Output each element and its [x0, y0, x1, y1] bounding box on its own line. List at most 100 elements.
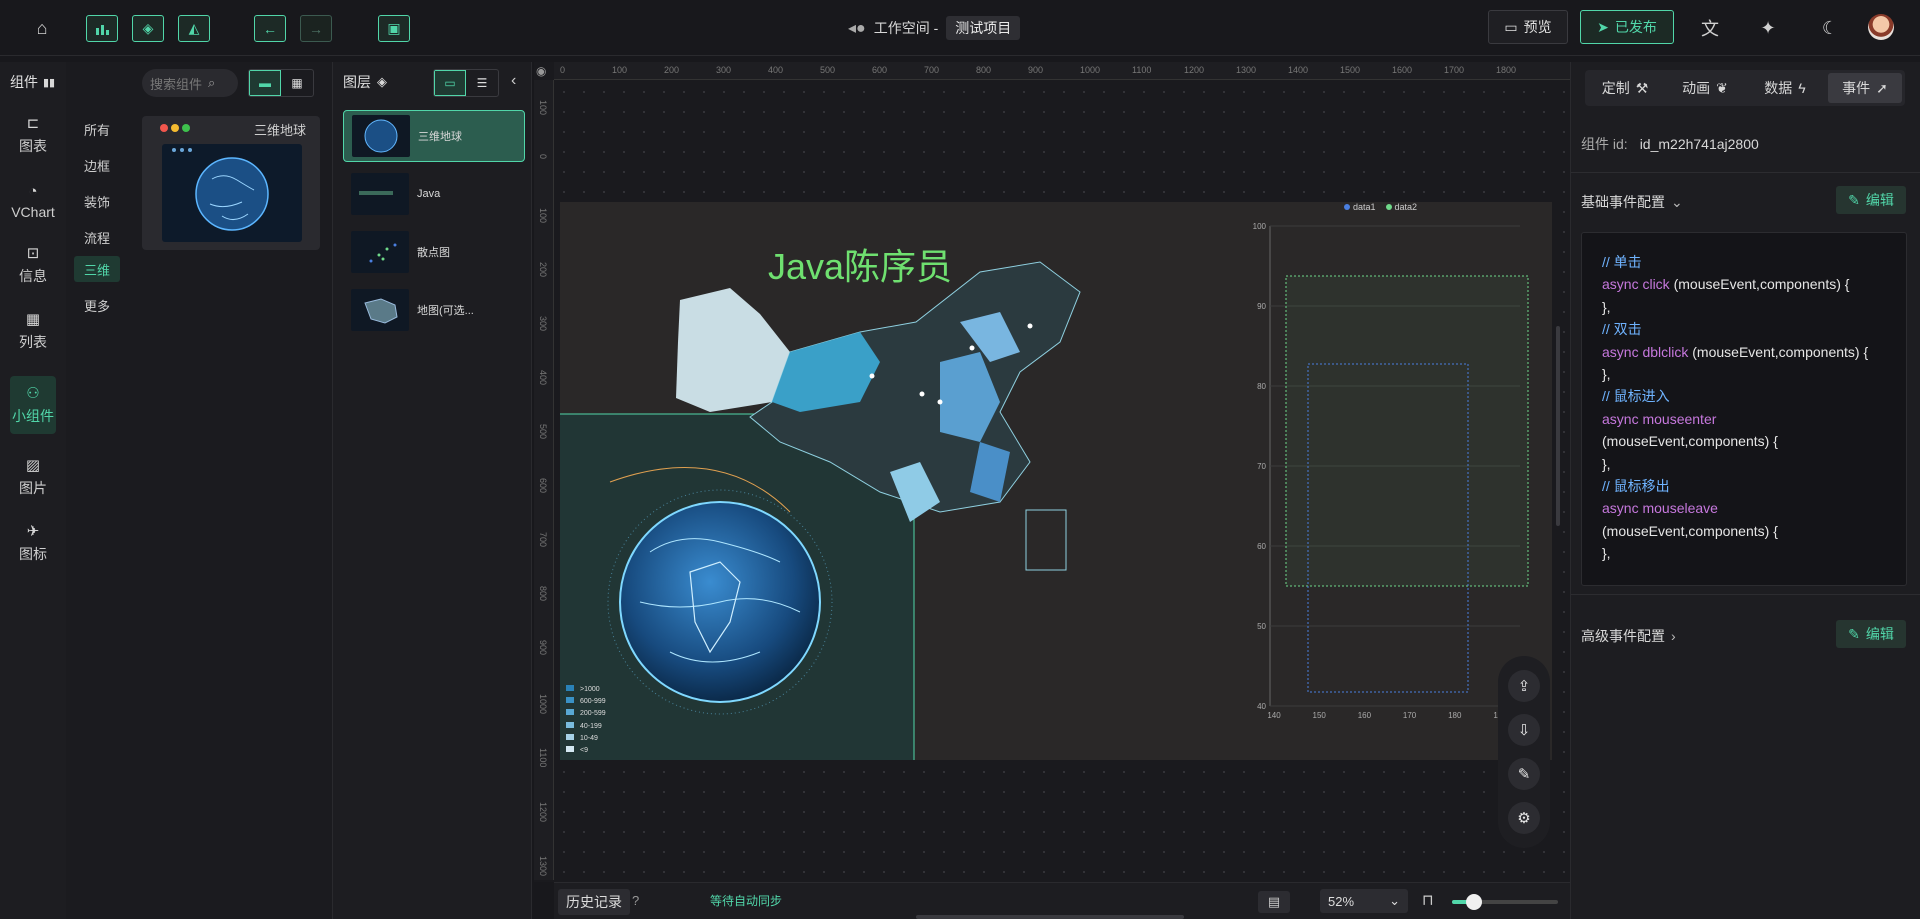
ruler-tick-label: 1100 [1132, 65, 1152, 75]
layer-item[interactable]: 散点图 [343, 226, 525, 278]
category-flow[interactable]: 流程 [74, 224, 120, 250]
tab-custom[interactable]: 定制 ⚒ [1588, 73, 1662, 103]
magic-wand-icon[interactable]: ✦ [1754, 14, 1782, 42]
tab-animation[interactable]: 动画 ❦ [1668, 73, 1742, 103]
category-more[interactable]: 更多 [74, 292, 120, 318]
import-icon[interactable]: ⇩ [1508, 714, 1540, 746]
tab-info[interactable]: ⊡ 信息 [10, 236, 56, 294]
tab-label: 信息 [19, 268, 47, 284]
dashboard-stage[interactable]: Java陈序员 >1000 600-999 200-599 40-199 10-… [560, 202, 1552, 760]
category-decoration[interactable]: 装饰 [74, 188, 120, 214]
help-icon[interactable]: ? [632, 893, 639, 908]
layer-view-toggle: ▭ ☰ [433, 69, 499, 97]
detail-panel-toggle[interactable]: ◭ [178, 15, 210, 42]
layer-item[interactable]: 地图(可选... [343, 284, 525, 336]
layer-item[interactable]: Java [343, 168, 525, 220]
code-line: async mouseleave [1602, 500, 1718, 517]
pencil-icon: ✎ [1848, 191, 1860, 208]
edit-label: 编辑 [1865, 626, 1894, 642]
preview-button[interactable]: ▭ 预览 [1488, 10, 1568, 44]
gear-icon[interactable]: ⚙ [1508, 802, 1540, 834]
minimap-icon[interactable]: ▤ [1258, 891, 1290, 913]
undo-button[interactable]: ← [254, 15, 286, 42]
avatar[interactable] [1868, 14, 1894, 40]
grid-view-icon[interactable]: ▦ [281, 70, 313, 96]
ruler-tick-label: 1200 [538, 802, 548, 823]
ruler-tick-label: 800 [976, 65, 992, 75]
preview-label: 预览 [1523, 19, 1552, 35]
plane-icon: ✈ [26, 523, 40, 540]
legend-item: 10-49 [566, 733, 606, 745]
x-tick-label: 160 [1358, 711, 1372, 720]
info-icon: ⊡ [26, 245, 40, 262]
save-icon: ▣ [387, 20, 401, 36]
x-tick-label: 150 [1313, 711, 1327, 720]
ruler-tick-label: 900 [1028, 65, 1044, 75]
zoom-select[interactable]: 52% ⌄ [1320, 889, 1408, 913]
redo-button[interactable]: → [300, 15, 332, 42]
category-border[interactable]: 边框 [74, 152, 120, 178]
horizontal-scrollbar[interactable] [916, 915, 1184, 919]
thumbnail-view-icon[interactable]: ▭ [434, 70, 466, 96]
project-name[interactable]: 测试项目 [946, 16, 1021, 40]
chart-panel-toggle[interactable] [86, 15, 118, 42]
layers-icon: ◈ [377, 74, 387, 89]
layer-item[interactable]: 三维地球 [343, 110, 525, 162]
tab-events[interactable]: 事件 ➚ [1828, 73, 1902, 103]
basic-events-header[interactable]: 基础事件配置 ⌄ [1581, 192, 1683, 212]
y-tick-label: 70 [1257, 462, 1266, 471]
vertical-scrollbar[interactable] [1556, 326, 1560, 526]
ruler-tick-label: 1400 [1288, 65, 1309, 75]
tab-image[interactable]: ▨ 图片 [10, 448, 56, 506]
map-legend: >1000 600-999 200-599 40-199 10-49 <9 [566, 684, 606, 757]
legend-item: 600-999 [566, 696, 606, 708]
legend-item[interactable]: data1 [1344, 202, 1376, 212]
list-view-icon[interactable]: ☰ [466, 70, 498, 96]
advanced-events-header[interactable]: 高级事件配置 › [1581, 626, 1676, 646]
collapse-icon[interactable]: ‹ [511, 72, 516, 90]
layers-panel-toggle[interactable]: ◈ [132, 15, 164, 42]
rocket-icon: ➚ [1876, 79, 1888, 96]
tab-chart[interactable]: ⊏ 图表 [10, 106, 56, 164]
category-all[interactable]: 所有 [74, 116, 120, 142]
search-input[interactable]: 搜索组件 ⌕ [142, 69, 238, 97]
advanced-events-edit-button[interactable]: ✎ 编辑 [1836, 620, 1906, 648]
ruler-tick-label: 600 [872, 65, 888, 75]
zoom-slider[interactable] [1452, 894, 1558, 910]
single-view-icon[interactable]: ▬ [249, 70, 281, 96]
tab-vchart[interactable]: ◔ VChart [10, 172, 56, 230]
top-bar: ⌂ ◈ ◭ ← → ▣ ◂● 工作空间 - 测试项目 ▭ 预览 ➤ 已发布 文 … [0, 0, 1920, 56]
eye-icon[interactable]: ◉ [536, 64, 546, 78]
publish-label: 已发布 [1614, 19, 1657, 35]
scatter-chart[interactable]: 100908070605040140150160170180190 [1230, 202, 1530, 722]
basic-events-edit-button[interactable]: ✎ 编辑 [1836, 186, 1906, 214]
3d-earth-widget[interactable] [570, 452, 870, 752]
save-button[interactable]: ▣ [378, 15, 410, 42]
home-icon[interactable]: ⌂ [28, 14, 56, 42]
publish-button[interactable]: ➤ 已发布 [1580, 10, 1674, 44]
edit-icon[interactable]: ✎ [1508, 758, 1540, 790]
ruler-tick-label: 0 [560, 65, 566, 75]
export-icon[interactable]: ⇪ [1508, 670, 1540, 702]
ruler-tick-label: 1700 [1444, 65, 1465, 75]
tab-widget[interactable]: ⚇ 小组件 [10, 376, 56, 434]
translate-icon[interactable]: 文 [1696, 14, 1724, 42]
tab-data[interactable]: 数据 ϟ [1748, 73, 1822, 103]
moon-icon[interactable]: ☾ [1816, 14, 1844, 42]
x-tick-label: 170 [1403, 711, 1417, 720]
legend-item[interactable]: data2 [1385, 202, 1417, 212]
tab-label: VChart [11, 203, 55, 220]
layer-thumbnail [351, 231, 409, 273]
layers-panel: 图层 ◈ ▭ ☰ ‹ 三维地球 Java 散点图 地图(可选... [332, 62, 532, 919]
canvas-title-text[interactable]: Java陈序员 [768, 238, 952, 290]
component-card-3d-earth[interactable]: 三维地球 [142, 116, 320, 250]
tab-list[interactable]: ▦ 列表 [10, 302, 56, 360]
window-dots [160, 124, 190, 132]
tab-label: 事件 [1842, 80, 1871, 96]
history-button[interactable]: 历史记录 [558, 889, 630, 915]
category-3d[interactable]: 三维 [74, 256, 120, 282]
zoom-slider-handle[interactable] [1466, 894, 1482, 910]
event-code-view: // 单击 async click (mouseEvent,components)… [1581, 232, 1907, 586]
unlock-icon[interactable]: ⊓ [1422, 891, 1434, 909]
tab-icon[interactable]: ✈ 图标 [10, 514, 56, 572]
